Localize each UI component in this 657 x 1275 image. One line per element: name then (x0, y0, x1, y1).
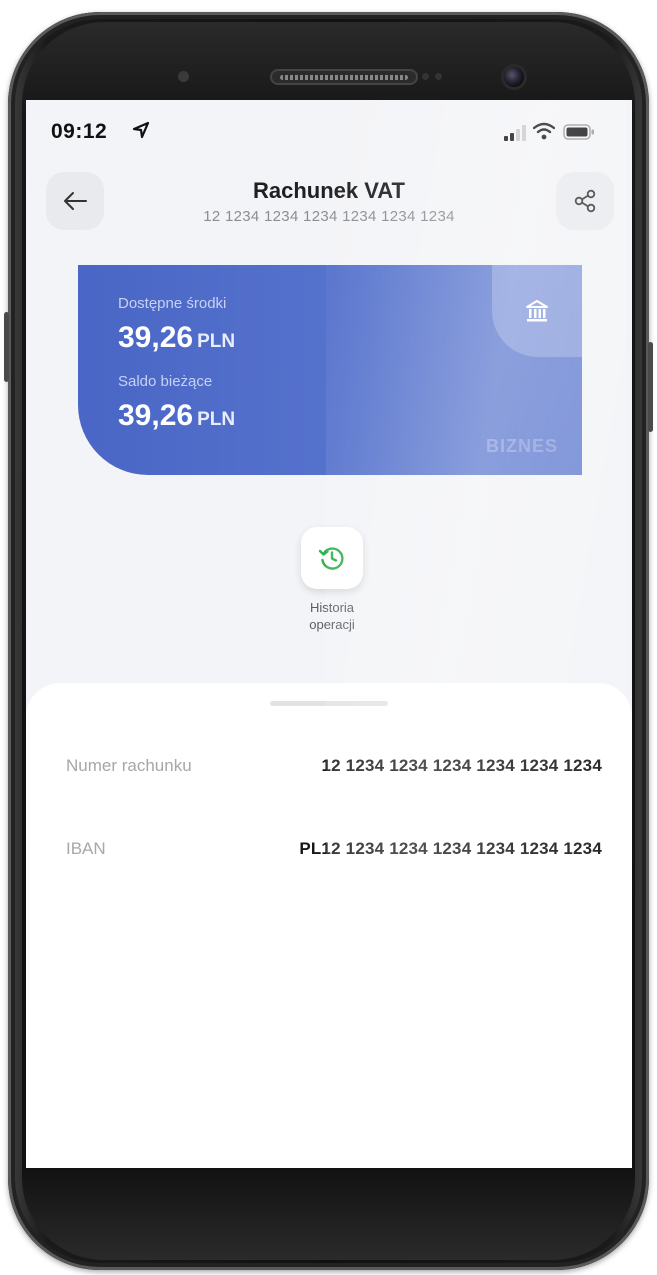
signal-icon (504, 125, 526, 141)
history-label-line2: operacji (309, 617, 355, 632)
status-time: 09:12 (51, 120, 108, 143)
history-action[interactable]: Historia operacji (292, 527, 372, 633)
front-camera (504, 67, 524, 87)
available-funds-amount: 39,26 (118, 321, 194, 354)
account-type-tag: BIZNES (485, 436, 558, 456)
wifi-icon (533, 122, 555, 140)
share-button[interactable] (556, 172, 614, 230)
app-screen: 09:12 Rachunek VAT 12 1234 1234 1234 123… (26, 100, 632, 1168)
available-funds-value: 39,26 PLN (118, 321, 235, 355)
account-number-label: Numer rachunku (66, 756, 192, 775)
battery-icon (563, 124, 594, 140)
current-balance-value: 39,26 PLN (118, 399, 235, 433)
sheet-handle[interactable] (270, 701, 388, 706)
history-label: Historia operacji (292, 599, 372, 633)
available-funds-currency: PLN (197, 331, 236, 352)
earpiece-speaker (270, 69, 442, 85)
current-balance-label: Saldo bieżące (118, 373, 213, 390)
status-bar: 09:12 (26, 100, 632, 154)
history-icon (318, 547, 344, 570)
history-button[interactable] (301, 527, 363, 589)
available-funds-label: Dostępne środki (118, 295, 227, 312)
page-title: Rachunek VAT (253, 178, 405, 203)
page-header: Rachunek VAT 12 1234 1234 1234 1234 1234… (26, 160, 632, 240)
power-button (648, 342, 653, 432)
history-label-line1: Historia (309, 600, 355, 615)
account-card[interactable]: Dostępne środki 39,26 PLN Saldo bieżące 3… (78, 265, 582, 475)
account-number-subtitle: 12 1234 1234 1234 1234 1234 1234 (203, 208, 455, 225)
iban-value[interactable]: PL12 1234 1234 1234 1234 1234 1234 (299, 839, 602, 859)
account-number-value[interactable]: 12 1234 1234 1234 1234 1234 1234 (321, 756, 602, 776)
proximity-sensor (178, 71, 189, 82)
share-icon (574, 189, 596, 213)
volume-button (4, 312, 9, 382)
card-corner (492, 265, 582, 357)
iban-label: IBAN (66, 839, 106, 858)
speaker-grill (280, 74, 408, 80)
details-sheet: Numer rachunku 12 1234 1234 1234 1234 12… (26, 683, 632, 1168)
current-balance-currency: PLN (197, 409, 236, 430)
bank-icon (526, 300, 548, 322)
speaker-dots (422, 73, 442, 80)
current-balance-amount: 39,26 (118, 399, 194, 432)
location-arrow-icon (132, 121, 150, 139)
